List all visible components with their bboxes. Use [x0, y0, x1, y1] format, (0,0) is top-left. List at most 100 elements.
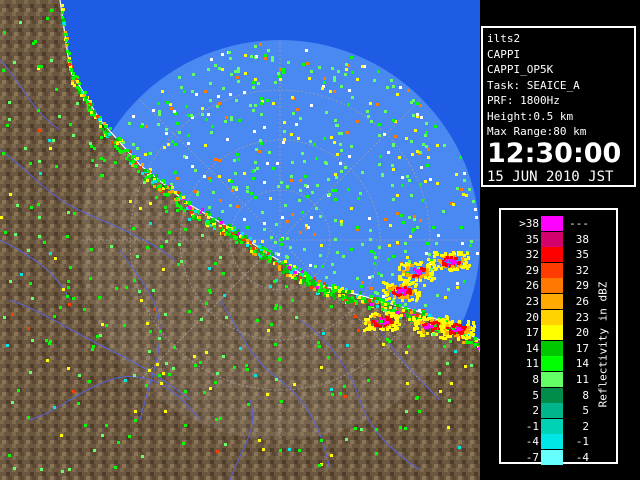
echo-pixel [131, 164, 134, 167]
echo-pixel [318, 289, 321, 292]
legend-upper-bound: --- [569, 217, 589, 230]
echo-pixel [237, 229, 240, 232]
echo-pixel [59, 306, 62, 309]
echo-pixel [380, 274, 383, 277]
echo-pixel [424, 276, 427, 279]
echo-pixel [123, 324, 126, 327]
echo-pixel [402, 309, 405, 312]
echo-pixel [361, 281, 364, 284]
echo-pixel [260, 97, 263, 100]
echo-pixel [77, 402, 80, 405]
echo-pixel [153, 185, 156, 188]
echo-pixel [76, 102, 79, 105]
echo-pixel [158, 188, 161, 191]
echo-pixel [286, 274, 289, 277]
echo-pixel [463, 254, 466, 257]
echo-pixel [399, 293, 402, 296]
echo-pixel [139, 166, 142, 169]
legend-lower-bound: 8 [532, 373, 539, 386]
product-name: CAPPI [487, 47, 521, 61]
echo-pixel [373, 262, 376, 265]
echo-pixel [373, 252, 376, 255]
echo-pixel [171, 186, 174, 189]
legend-lower-bound: 35 [525, 232, 539, 246]
radar-map[interactable] [0, 0, 480, 480]
echo-pixel [280, 243, 283, 246]
echo-pixel [168, 231, 171, 234]
echo-pixel [334, 286, 337, 289]
echo-pixel [177, 191, 180, 194]
echo-pixel [405, 351, 408, 354]
echo-pixel [340, 223, 343, 226]
echo-pixel [373, 79, 376, 82]
echo-pixel [454, 261, 457, 264]
echo-pixel [297, 137, 300, 140]
legend-lower-bound: 26 [525, 279, 539, 293]
echo-pixel [422, 330, 425, 333]
echo-pixel [253, 250, 256, 253]
echo-pixel [470, 240, 473, 243]
echo-pixel [229, 204, 232, 207]
echo-pixel [374, 324, 377, 327]
echo-pixel [389, 306, 392, 309]
echo-pixel [416, 327, 419, 330]
echo-pixel [121, 150, 124, 153]
echo-pixel [322, 332, 325, 335]
echo-pixel [89, 100, 92, 103]
echo-pixel [165, 132, 168, 135]
echo-pixel [436, 294, 439, 297]
echo-pixel [208, 267, 211, 270]
echo-pixel [326, 289, 329, 292]
echo-pixel [27, 327, 30, 330]
height-label: Height:0.5 km [487, 109, 574, 123]
echo-pixel [340, 85, 343, 88]
echo-pixel [155, 196, 158, 199]
legend-row: 32 35 [501, 247, 616, 263]
echo-pixel [331, 67, 334, 70]
echo-pixel [279, 306, 282, 309]
echo-pixel [73, 212, 76, 215]
echo-pixel [280, 238, 283, 241]
echo-pixel [95, 164, 98, 167]
echo-pixel [96, 335, 99, 338]
echo-pixel [139, 207, 142, 210]
echo-pixel [175, 201, 178, 204]
echo-pixel [209, 82, 212, 85]
echo-pixel [145, 176, 148, 179]
echo-pixel [340, 170, 343, 173]
echo-pixel [444, 296, 447, 299]
echo-pixel [155, 174, 158, 177]
echo-pixel [432, 333, 435, 336]
echo-pixel [330, 136, 333, 139]
echo-pixel [440, 328, 443, 331]
echo-pixel [319, 286, 322, 289]
echo-pixel [363, 65, 366, 68]
echo-pixel [263, 228, 266, 231]
echo-pixel [467, 320, 470, 323]
legend-swatch [541, 418, 563, 434]
echo-pixel [398, 275, 401, 278]
echo-pixel [384, 218, 387, 221]
echo-pixel [167, 193, 170, 196]
echo-pixel [278, 268, 281, 271]
echo-pixel [364, 322, 367, 325]
echo-pixel [331, 393, 334, 396]
echo-pixel [331, 189, 334, 192]
echo-pixel [399, 426, 402, 429]
echo-pixel [0, 216, 3, 219]
echo-pixel [237, 67, 240, 70]
legend-swatch [541, 325, 563, 341]
echo-pixel [369, 102, 372, 105]
legend-upper-bound: 5 [582, 404, 589, 418]
echo-pixel [201, 208, 204, 211]
echo-pixel [199, 361, 202, 364]
echo-pixel [389, 321, 392, 324]
echo-pixel [230, 116, 233, 119]
echo-pixel [68, 303, 71, 306]
echo-pixel [55, 165, 58, 168]
echo-pixel [408, 260, 411, 263]
echo-pixel [166, 101, 169, 104]
legend-lower-bound: 14 [525, 341, 539, 355]
echo-pixel [370, 250, 373, 253]
echo-pixel [399, 86, 402, 89]
